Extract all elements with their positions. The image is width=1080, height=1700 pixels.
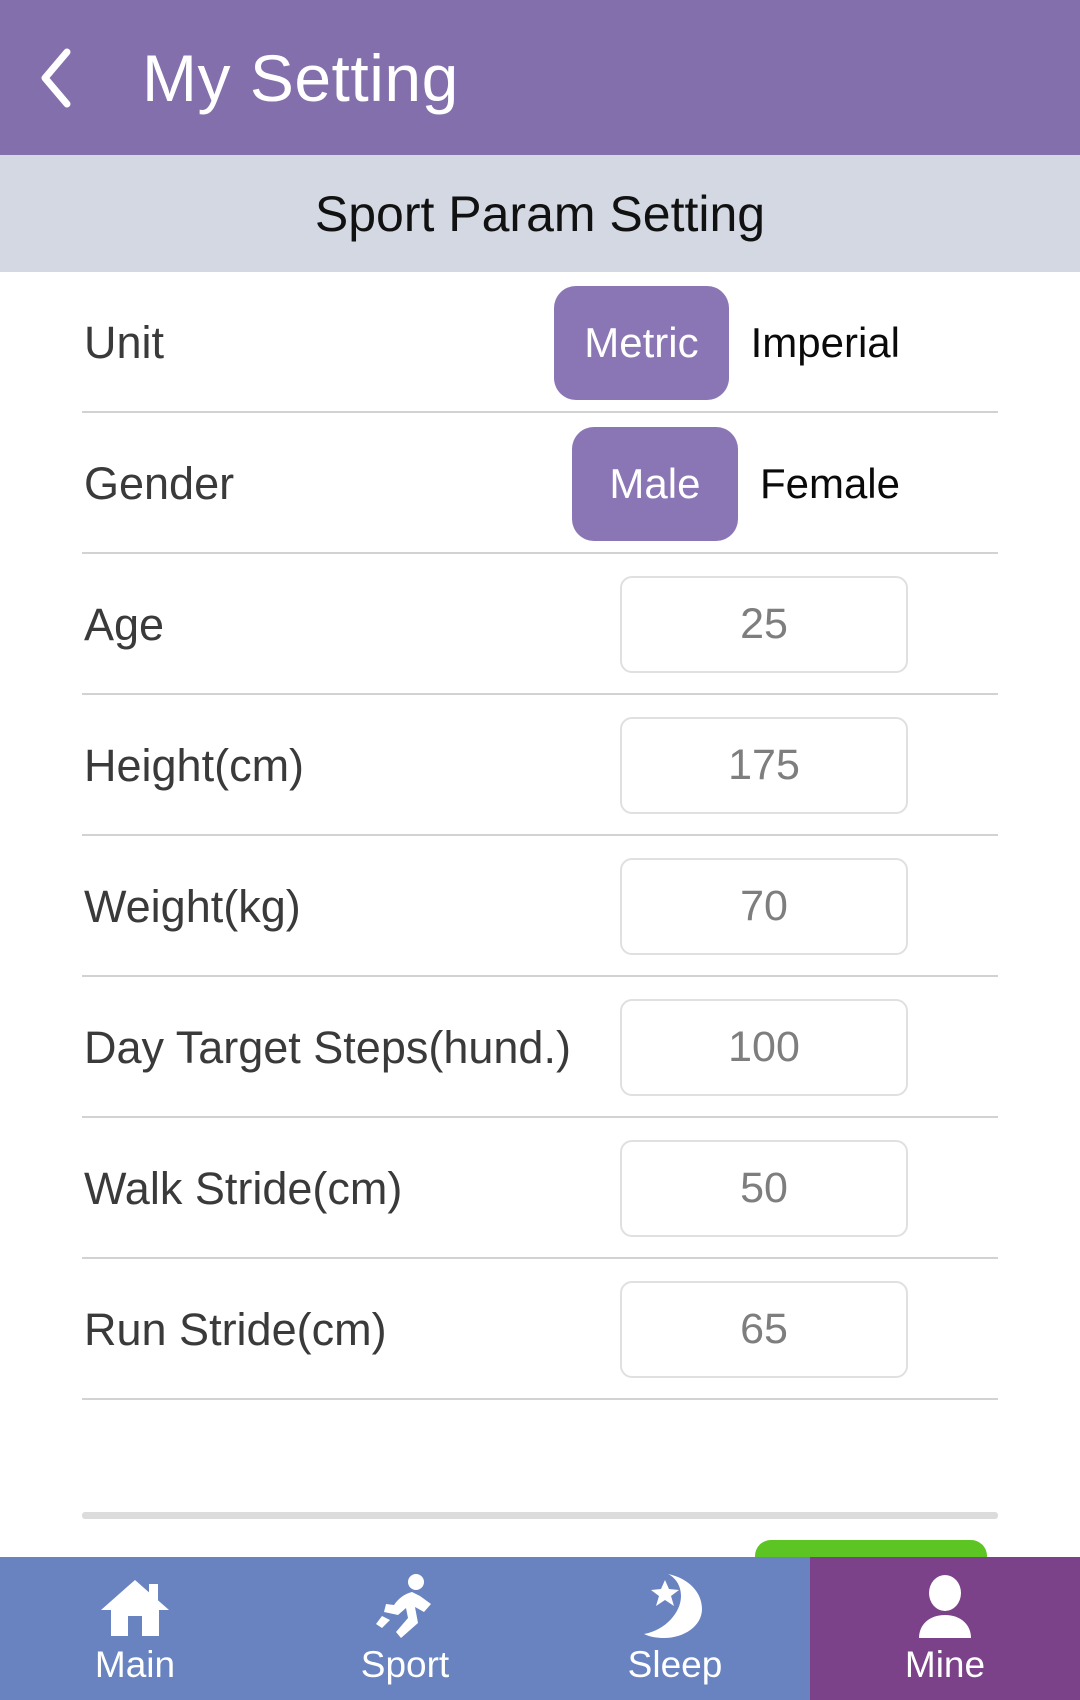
gender-segmented-control[interactable]: Male Female — [571, 426, 900, 541]
setting-control-weight: 70 — [620, 858, 1080, 955]
moon-star-icon — [640, 1574, 710, 1640]
setting-row-walk-stride: Walk Stride(cm) 50 — [0, 1118, 1080, 1259]
nav-label-mine: Mine — [904, 1644, 986, 1685]
nav-item-mine[interactable]: Mine — [810, 1557, 1080, 1700]
nav-label-sleep: Sleep — [627, 1644, 723, 1685]
running-person-icon — [374, 1574, 436, 1640]
setting-label-height: Height(cm) — [84, 740, 305, 791]
list-end-divider — [82, 1512, 998, 1519]
section-header: Sport Param Setting — [0, 155, 1080, 272]
setting-row-unit: Unit Metric Imperial — [0, 272, 1080, 413]
setting-control-gender: Male Female — [571, 426, 1080, 541]
setting-row-day-target-steps: Day Target Steps(hund.) 100 — [0, 977, 1080, 1118]
setting-control-run-stride: 65 — [620, 1281, 1080, 1378]
walk-stride-input[interactable]: 50 — [620, 1140, 908, 1237]
setting-row-run-stride: Run Stride(cm) 65 — [0, 1259, 1080, 1400]
gender-option-female[interactable]: Female — [738, 462, 900, 505]
setting-control-age: 25 — [620, 576, 1080, 673]
setting-label-run-stride: Run Stride(cm) — [84, 1304, 387, 1355]
bottom-navigation: Main Sport Sleep Mine — [0, 1557, 1080, 1700]
setting-label-unit: Unit — [84, 317, 165, 368]
setting-row-height: Height(cm) 175 — [0, 695, 1080, 836]
height-input[interactable]: 175 — [620, 717, 908, 814]
person-icon — [916, 1574, 974, 1640]
setting-label-day-target-steps: Day Target Steps(hund.) — [84, 1022, 571, 1073]
setting-row-age: Age 25 — [0, 554, 1080, 695]
setting-control-unit: Metric Imperial — [554, 285, 1080, 400]
setting-label-gender: Gender — [84, 458, 235, 509]
setting-control-height: 175 — [620, 717, 1080, 814]
nav-item-sport[interactable]: Sport — [270, 1557, 540, 1700]
unit-segmented-control[interactable]: Metric Imperial — [554, 285, 900, 400]
gender-option-male[interactable]: Male — [571, 426, 738, 541]
chevron-left-icon — [38, 47, 72, 109]
unit-option-metric[interactable]: Metric — [554, 285, 729, 400]
settings-list[interactable]: Unit Metric Imperial Gender Male Female … — [0, 272, 1080, 1552]
setting-label-walk-stride: Walk Stride(cm) — [84, 1163, 403, 1214]
nav-label-sport: Sport — [360, 1644, 450, 1685]
nav-item-main[interactable]: Main — [0, 1557, 270, 1700]
setting-control-walk-stride: 50 — [620, 1140, 1080, 1237]
day-target-steps-input[interactable]: 100 — [620, 999, 908, 1096]
setting-label-weight: Weight(kg) — [84, 881, 301, 932]
setting-row-gender: Gender Male Female — [0, 413, 1080, 554]
back-button[interactable] — [0, 0, 110, 155]
home-icon — [99, 1574, 171, 1640]
nav-label-main: Main — [94, 1644, 176, 1685]
nav-item-sleep[interactable]: Sleep — [540, 1557, 810, 1700]
unit-option-imperial[interactable]: Imperial — [729, 321, 900, 364]
page-title: My Setting — [142, 40, 459, 115]
age-input[interactable]: 25 — [620, 576, 908, 673]
setting-control-day-target-steps: 100 — [620, 999, 1080, 1096]
setting-row-weight: Weight(kg) 70 — [0, 836, 1080, 977]
app-header: My Setting — [0, 0, 1080, 155]
run-stride-input[interactable]: 65 — [620, 1281, 908, 1378]
setting-label-age: Age — [84, 599, 165, 650]
section-header-title: Sport Param Setting — [314, 185, 766, 242]
weight-input[interactable]: 70 — [620, 858, 908, 955]
